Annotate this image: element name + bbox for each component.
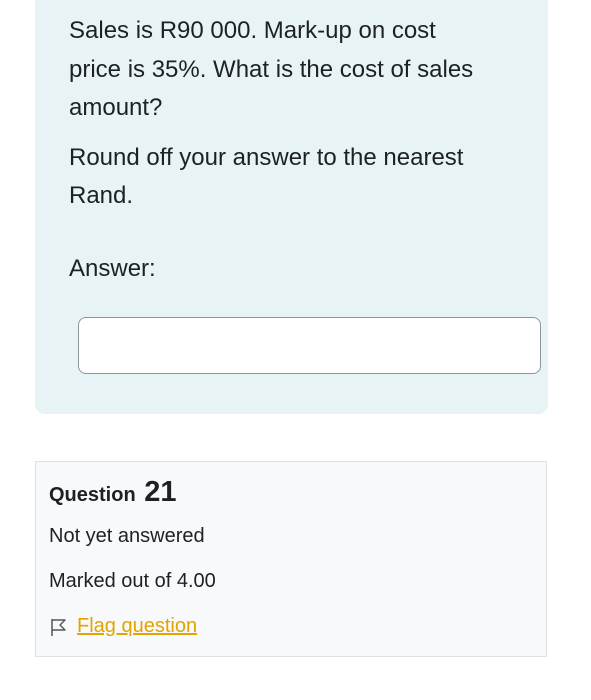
question-number-label: Question <box>49 484 136 506</box>
question-line-3: amount? <box>69 94 163 121</box>
answer-label: Answer: <box>69 255 156 282</box>
round-instruction-line-1: Round off your answer to the nearest <box>69 143 464 171</box>
question-text-card: Sales is R90 000. Mark-up on cost price … <box>35 0 548 414</box>
answer-input[interactable] <box>78 317 541 374</box>
flag-question-label[interactable]: Flag question <box>77 615 197 638</box>
flag-question-link[interactable]: Flag question <box>49 615 197 638</box>
question-info-card: Question 21 Not yet answered Marked out … <box>35 461 547 657</box>
flag-icon <box>49 617 69 637</box>
question-number-value: 21 <box>144 476 177 508</box>
question-number: Question 21 <box>49 476 177 509</box>
round-instruction-line-2: Rand. <box>69 182 134 209</box>
question-line-1: Sales is R90 000. Mark-up on cost <box>69 17 436 44</box>
question-text: Sales is R90 000. Mark-up on cost price … <box>69 12 529 216</box>
question-state: Not yet answered <box>49 525 205 547</box>
question-grade: Marked out of 4.00 <box>49 570 216 592</box>
question-line-2: price is 35%. What is the cost of sales <box>69 55 474 83</box>
